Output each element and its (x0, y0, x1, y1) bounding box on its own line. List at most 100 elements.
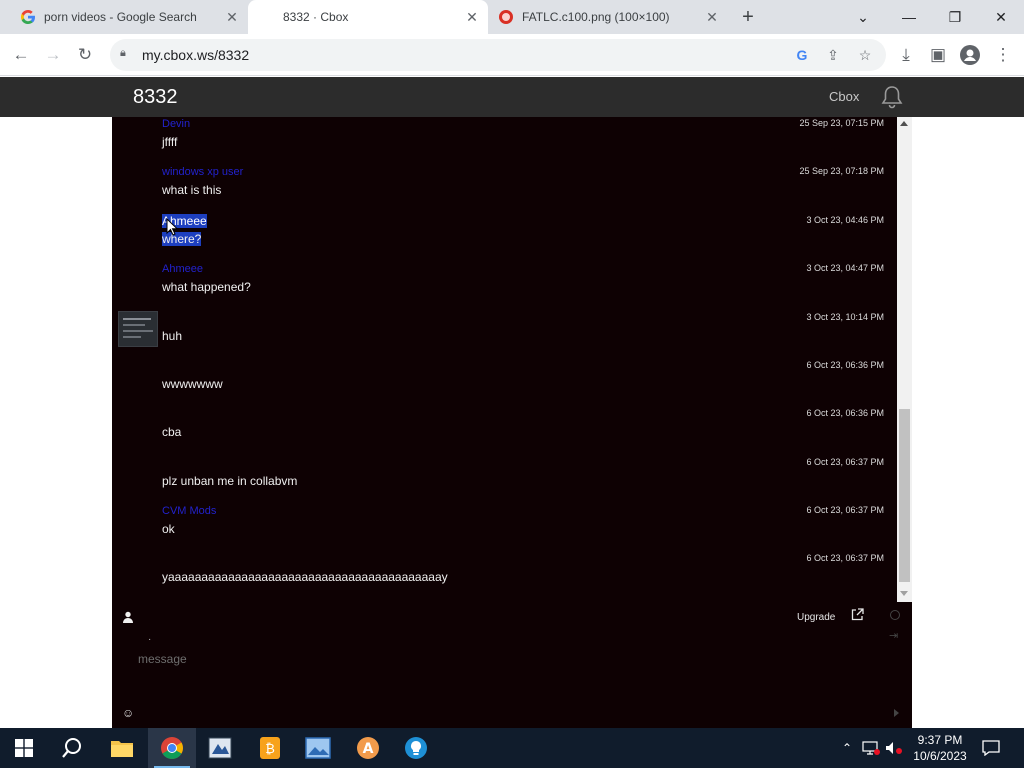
scroll-up-icon[interactable] (900, 121, 908, 126)
windows-taskbar: ₿ A ⌃ 9:37 PM 10/6/2023 (0, 728, 1024, 768)
chat-message: CVM Mods 6 Oct 23, 06:37 PM ok (112, 504, 897, 552)
scroll-thumb[interactable] (899, 409, 910, 582)
page-title: 8332 (133, 86, 178, 108)
back-icon[interactable]: ← (8, 42, 34, 68)
network-icon[interactable] (861, 728, 881, 768)
cbox-brand-link[interactable]: Cbox (829, 89, 859, 104)
avatar[interactable] (118, 311, 158, 347)
mouse-cursor-icon (166, 217, 179, 241)
chat-toolbar: Upgrade (112, 602, 912, 630)
tab-strip: porn videos - Google Search ✕ 8332 · Cbo… (0, 0, 1024, 34)
scroll-down-icon[interactable] (900, 591, 908, 596)
forward-icon[interactable]: → (40, 42, 66, 68)
message-username[interactable]: CVM Mods (162, 505, 216, 517)
volume-icon[interactable] (884, 728, 904, 768)
message-text: what is this (162, 183, 222, 197)
bitcoin-app-icon[interactable]: ₿ (246, 728, 294, 768)
chat-message: 3 Oct 23, 10:14 PM huh (112, 311, 897, 359)
send-arrow-icon[interactable] (894, 709, 899, 717)
chat-message: 6 Oct 23, 06:36 PM wwwwwww (112, 359, 897, 407)
image-favicon-icon (498, 9, 514, 25)
message-timestamp: 3 Oct 23, 04:47 PM (806, 263, 884, 273)
message-text: wwwwwww (162, 377, 223, 391)
start-icon[interactable] (0, 728, 48, 768)
message-timestamp: 6 Oct 23, 06:37 PM (806, 505, 884, 515)
tab-cbox[interactable]: 8332 · Cbox ✕ (248, 0, 488, 34)
chrome-menu-icon[interactable]: ⋮ (990, 42, 1016, 68)
download-icon[interactable]: ⤓ (893, 42, 919, 68)
url-text: my.cbox.ws/8332 (142, 47, 250, 63)
login-icon[interactable]: ⇥ (889, 629, 901, 642)
tray-chevron-icon[interactable]: ⌃ (838, 728, 856, 768)
clock-date: 10/6/2023 (913, 749, 967, 763)
smiley-icon[interactable]: ☺ (122, 706, 136, 720)
share-icon[interactable]: ⇪ (823, 45, 843, 65)
clock-time: 9:37 PM (917, 733, 963, 747)
reload-icon[interactable]: ↻ (72, 42, 98, 68)
svg-text:A: A (363, 741, 374, 757)
tab-close-icon[interactable]: ✕ (704, 9, 720, 25)
message-timestamp: 25 Sep 23, 07:18 PM (799, 166, 884, 176)
chat-message: 6 Oct 23, 06:37 PM yaaaaaaaaaaaaaaaaaaaa… (112, 552, 897, 600)
message-timestamp: 3 Oct 23, 10:14 PM (806, 312, 884, 322)
message-input[interactable] (138, 649, 868, 669)
message-text: ok (162, 522, 175, 536)
chat-message: Ahmeee 3 Oct 23, 04:47 PM what happened? (112, 262, 897, 310)
external-link-icon[interactable] (851, 608, 865, 622)
tab-close-icon[interactable]: ✕ (224, 9, 240, 25)
restore-icon[interactable]: ❐ (932, 0, 978, 34)
browser-toolbar: ← → ↻ 🔒︎ my.cbox.ws/8332 G ⇪ ☆ ⤓ ▣ ⋮ (0, 34, 1024, 76)
message-username[interactable]: windows xp user (162, 166, 243, 178)
chat-message: windows xp user 25 Sep 23, 07:18 PM what… (112, 165, 897, 213)
address-bar[interactable]: 🔒︎ my.cbox.ws/8332 G ⇪ ☆ (110, 39, 886, 71)
message-list: Devin 25 Sep 23, 07:15 PM jffff windows … (112, 117, 897, 602)
lock-icon[interactable]: 🔒︎ (120, 47, 134, 63)
close-window-icon[interactable]: ✕ (978, 0, 1024, 34)
tab-search-chevron-icon[interactable]: ⌄ (840, 0, 886, 34)
chat-message: Devin 25 Sep 23, 07:15 PM jffff (112, 117, 897, 165)
system-clock[interactable]: 9:37 PM 10/6/2023 (908, 732, 972, 764)
tab-image[interactable]: FATLC.c100.png (100×100) ✕ (488, 0, 728, 34)
tab-close-icon[interactable]: ✕ (464, 9, 480, 25)
lightbulb-app-icon[interactable] (392, 728, 440, 768)
notifications-icon[interactable] (980, 728, 1002, 768)
image-app-icon[interactable] (294, 728, 342, 768)
tab-google-search[interactable]: porn videos - Google Search ✕ (8, 0, 248, 34)
message-timestamp: 25 Sep 23, 07:15 PM (799, 118, 884, 128)
tab-title: 8332 · Cbox (283, 10, 349, 24)
message-text: huh (162, 329, 183, 343)
tab-title: FATLC.c100.png (100×100) (522, 10, 670, 24)
bell-icon[interactable] (879, 85, 905, 109)
app-icon[interactable] (196, 728, 244, 768)
message-text: jffff (162, 135, 178, 149)
message-timestamp: 6 Oct 23, 06:36 PM (806, 408, 884, 418)
status-circle-icon[interactable] (890, 610, 900, 620)
file-explorer-icon[interactable] (98, 728, 146, 768)
input-indicator: · (148, 634, 152, 645)
chat-message-selected: Ahmeee 3 Oct 23, 04:46 PM where? (112, 214, 897, 262)
message-timestamp: 6 Oct 23, 06:37 PM (806, 457, 884, 467)
message-username[interactable]: Devin (162, 118, 190, 130)
side-panel-icon[interactable]: ▣ (925, 42, 951, 68)
message-text: yaaaaaaaaaaaaaaaaaaaaaaaaaaaaaaaaaaaaaaa… (162, 570, 448, 584)
chat-message: 6 Oct 23, 06:36 PM cba (112, 407, 897, 455)
message-scrollbar[interactable] (897, 117, 912, 602)
tab-title: porn videos - Google Search (44, 10, 197, 24)
message-timestamp: 3 Oct 23, 04:46 PM (806, 215, 884, 225)
letter-a-app-icon[interactable]: A (344, 728, 392, 768)
new-tab-icon[interactable]: + (737, 6, 759, 28)
message-username[interactable]: Ahmeee (162, 263, 203, 275)
profile-avatar-icon[interactable] (957, 42, 983, 68)
upgrade-link[interactable]: Upgrade (797, 612, 835, 623)
page-content: 8332 Cbox Devin 25 Sep 23, 07:15 PM jfff… (0, 77, 1024, 728)
google-favicon-icon (20, 9, 36, 25)
bookmark-star-icon[interactable]: ☆ (855, 45, 875, 65)
minimize-icon[interactable]: — (886, 0, 932, 34)
google-lens-icon[interactable]: G (792, 45, 812, 65)
chrome-icon[interactable] (148, 728, 196, 768)
message-text: plz unban me in collabvm (162, 474, 298, 488)
user-icon[interactable] (122, 610, 134, 623)
chat-box: Devin 25 Sep 23, 07:15 PM jffff windows … (112, 117, 912, 728)
search-icon[interactable] (48, 728, 96, 768)
message-timestamp: 6 Oct 23, 06:37 PM (806, 553, 884, 563)
